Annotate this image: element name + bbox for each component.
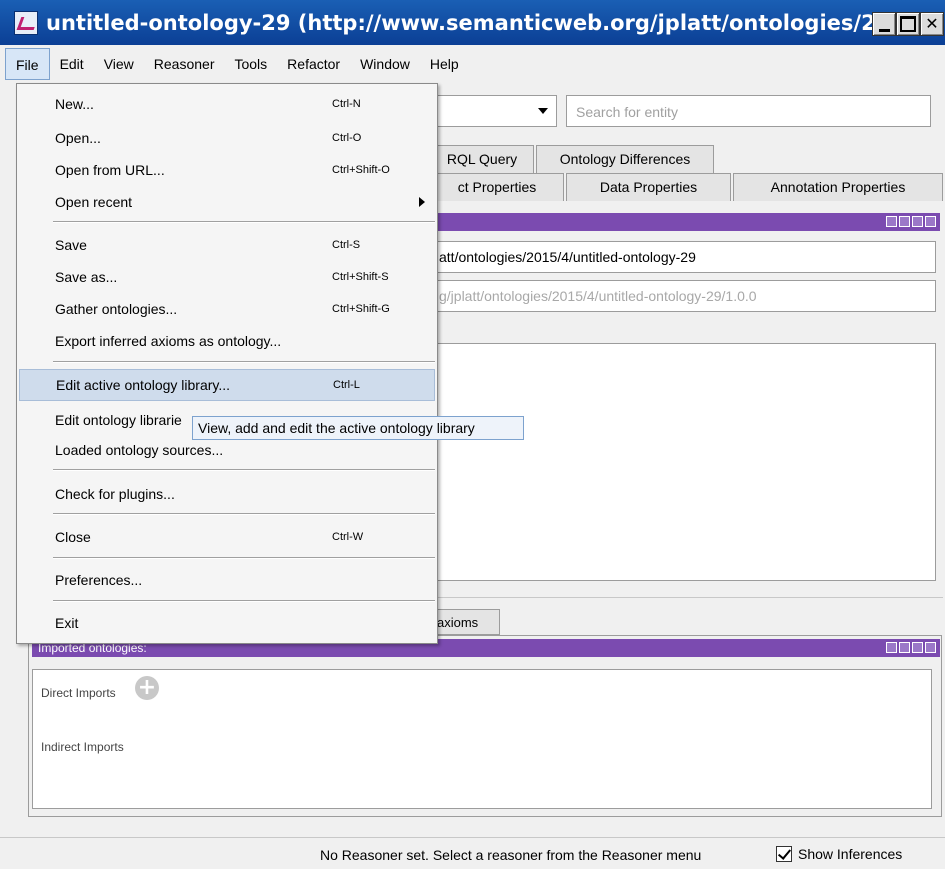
view-controls (886, 216, 936, 227)
menu-edit[interactable]: Edit (50, 48, 94, 80)
menu-separator (53, 600, 435, 602)
active-ontology-combo[interactable] (430, 95, 557, 127)
tab-data-properties[interactable]: Data Properties (566, 173, 731, 201)
submenu-arrow-icon (419, 197, 425, 207)
menu-item-check-plugins[interactable]: Check for plugins... (19, 479, 435, 511)
show-inferences-toggle[interactable]: Show Inferences (776, 846, 902, 862)
menu-separator (53, 221, 435, 223)
menu-separator (53, 513, 435, 515)
tab-object-properties[interactable]: ct Properties (430, 173, 564, 201)
menu-item-new[interactable]: New... Ctrl-N (19, 89, 435, 121)
menu-item-save-as[interactable]: Save as... Ctrl+Shift-S (19, 262, 435, 294)
close-view-icon[interactable] (925, 216, 936, 227)
menu-tools[interactable]: Tools (224, 48, 277, 80)
split-view-icon[interactable] (886, 216, 897, 227)
ontology-header-view (430, 213, 940, 231)
show-inferences-checkbox[interactable] (776, 846, 792, 862)
menu-item-gather-ontologies[interactable]: Gather ontologies... Ctrl+Shift-G (19, 294, 435, 326)
menu-refactor[interactable]: Refactor (277, 48, 350, 80)
chevron-down-icon (538, 108, 548, 114)
add-import-icon[interactable]: + (135, 676, 159, 700)
tooltip: View, add and edit the active ontology l… (192, 416, 524, 440)
indirect-imports-label: Indirect Imports (41, 740, 124, 754)
menu-item-open-from-url[interactable]: Open from URL... Ctrl+Shift-O (19, 155, 435, 187)
menu-file[interactable]: File (5, 48, 50, 80)
ontology-iri-field[interactable]: att/ontologies/2015/4/untitled-ontology-… (430, 241, 936, 273)
menu-item-exit[interactable]: Exit (19, 608, 435, 640)
menu-separator (53, 557, 435, 559)
tab-sparql-query[interactable]: RQL Query (430, 145, 534, 173)
menu-item-edit-active-library[interactable]: Edit active ontology library... Ctrl-L (19, 369, 435, 401)
menu-item-open-recent[interactable]: Open recent (19, 187, 435, 219)
minimize-button[interactable] (872, 12, 896, 36)
file-menu-dropdown: New... Ctrl-N Open... Ctrl-O Open from U… (16, 83, 438, 644)
menu-item-close[interactable]: Close Ctrl-W (19, 522, 435, 554)
maximize-button[interactable] (896, 12, 920, 36)
title-bar: untitled-ontology-29 (http://www.semanti… (0, 0, 945, 45)
close-view-icon[interactable] (925, 642, 936, 653)
window-title: untitled-ontology-29 (http://www.semanti… (46, 10, 884, 35)
maximize-view-icon[interactable] (912, 642, 923, 653)
tab-ontology-differences[interactable]: Ontology Differences (536, 145, 714, 173)
menu-item-open[interactable]: Open... Ctrl-O (19, 123, 435, 155)
reasoner-status: No Reasoner set. Select a reasoner from … (320, 847, 702, 863)
menu-item-preferences[interactable]: Preferences... (19, 565, 435, 597)
close-window-button[interactable]: ✕ (920, 12, 944, 36)
annotations-area[interactable] (430, 343, 936, 581)
tab-axioms[interactable]: axioms (430, 609, 500, 635)
show-inferences-label: Show Inferences (798, 846, 903, 862)
maximize-view-icon[interactable] (912, 216, 923, 227)
menu-window[interactable]: Window (350, 48, 420, 80)
tab-annotation-properties[interactable]: Annotation Properties (733, 173, 943, 201)
protege-app-icon (14, 10, 38, 35)
view-controls (886, 642, 936, 653)
menu-separator (53, 361, 435, 363)
menu-separator (53, 469, 435, 471)
minimize-view-icon[interactable] (899, 642, 910, 653)
split-view-icon[interactable] (886, 642, 897, 653)
minimize-view-icon[interactable] (899, 216, 910, 227)
status-bar: No Reasoner set. Select a reasoner from … (0, 837, 945, 869)
search-input[interactable]: Search for entity (566, 95, 931, 127)
menu-bar: File Edit View Reasoner Tools Refactor W… (0, 45, 945, 83)
menu-help[interactable]: Help (420, 48, 469, 80)
menu-reasoner[interactable]: Reasoner (144, 48, 225, 80)
menu-item-export-inferred[interactable]: Export inferred axioms as ontology... (19, 326, 435, 358)
menu-item-save[interactable]: Save Ctrl-S (19, 230, 435, 262)
direct-imports-label: Direct Imports (41, 686, 116, 700)
menu-view[interactable]: View (94, 48, 144, 80)
ontology-version-iri-field[interactable]: g/jplatt/ontologies/2015/4/untitled-onto… (430, 280, 936, 312)
imports-panel: Direct Imports + Indirect Imports (32, 669, 932, 809)
